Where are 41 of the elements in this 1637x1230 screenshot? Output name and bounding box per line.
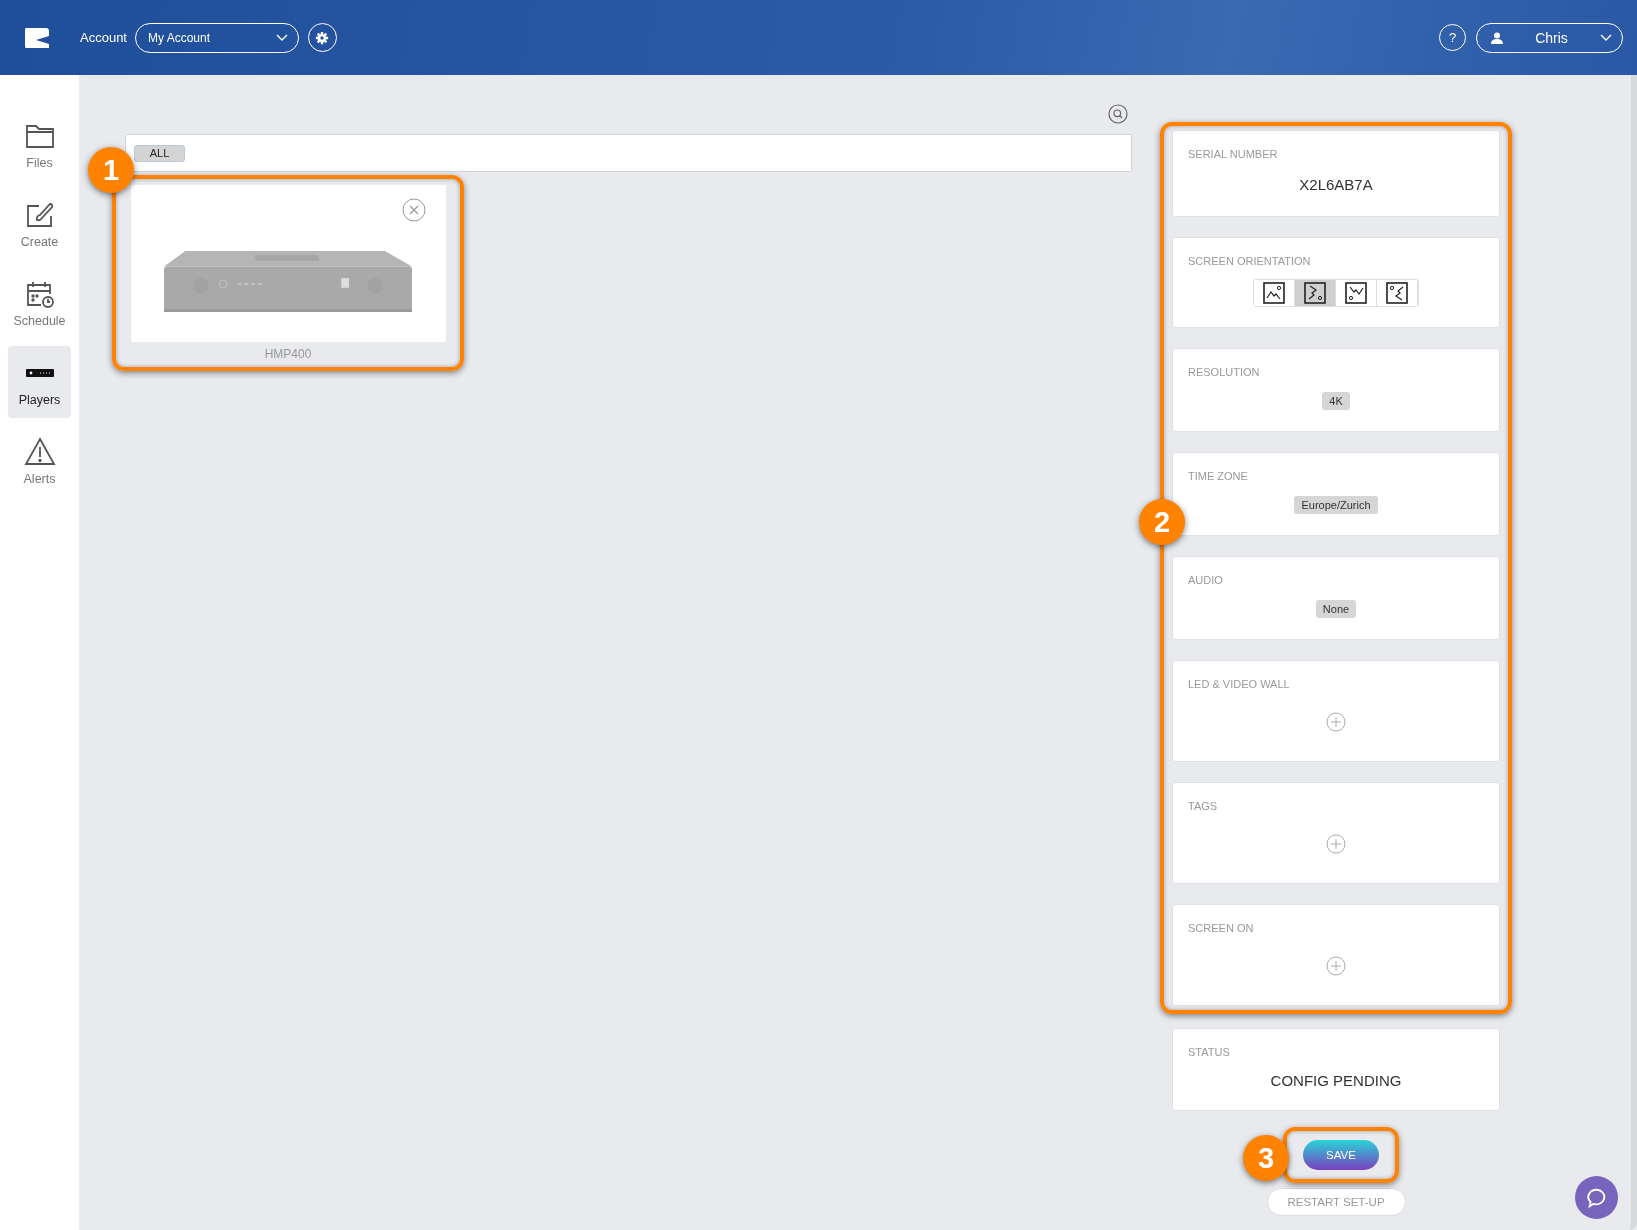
setting-label: SCREEN ON <box>1188 922 1254 934</box>
sidebar-item[interactable]: Schedule <box>8 267 71 339</box>
setting-label: SERIAL NUMBER <box>1188 148 1278 160</box>
status-value: CONFIG PENDING <box>1270 1071 1402 1089</box>
setting-label: SCREEN ORIENTATION <box>1188 255 1311 267</box>
status-label: STATUS <box>1188 1046 1230 1058</box>
setting-value[interactable]: None <box>1315 599 1357 618</box>
media-player-icon <box>25 369 54 377</box>
sidebar-item[interactable]: Files <box>8 109 71 181</box>
callout-number: 2 <box>1139 499 1185 545</box>
gear-icon <box>315 30 330 45</box>
chevron-down-icon <box>276 33 288 42</box>
sidebar-item[interactable]: Players <box>8 346 71 418</box>
search-icon[interactable] <box>1108 104 1128 124</box>
player-card[interactable] <box>130 185 446 342</box>
callout-number: 1 <box>88 147 134 193</box>
setting-value[interactable]: Europe/Zurich <box>1294 495 1378 514</box>
sidebar-item[interactable]: Create <box>8 188 71 260</box>
filter-tag[interactable]: ALL <box>134 144 185 162</box>
close-icon[interactable] <box>401 198 426 222</box>
chevron-down-icon <box>1600 33 1612 42</box>
help-button[interactable]: ? <box>1439 24 1466 51</box>
orientation-option[interactable] <box>1254 280 1295 306</box>
setting-label: TIME ZONE <box>1188 470 1248 482</box>
player-name: HMP400 <box>264 346 312 363</box>
sidebar-item[interactable]: Alerts <box>8 425 71 497</box>
callout-number: 3 <box>1243 1135 1289 1181</box>
orientation-option[interactable] <box>1295 280 1336 306</box>
account-label: Account <box>80 30 127 45</box>
setting-label: LED & VIDEO WALL <box>1188 678 1290 690</box>
user-icon <box>1491 31 1503 44</box>
logo-icon[interactable] <box>24 25 50 50</box>
warning-icon <box>23 436 56 468</box>
setting-label: TAGS <box>1188 800 1218 812</box>
setting-value[interactable]: 4K <box>1322 391 1350 410</box>
chat-button[interactable] <box>1575 1176 1618 1219</box>
setting-label: AUDIO <box>1188 574 1223 586</box>
save-button[interactable]: SAVE <box>1303 1140 1379 1170</box>
setting-label: RESOLUTION <box>1188 366 1260 378</box>
chat-icon <box>1585 1186 1608 1209</box>
setting-value: X2L6AB7A <box>1299 175 1373 193</box>
